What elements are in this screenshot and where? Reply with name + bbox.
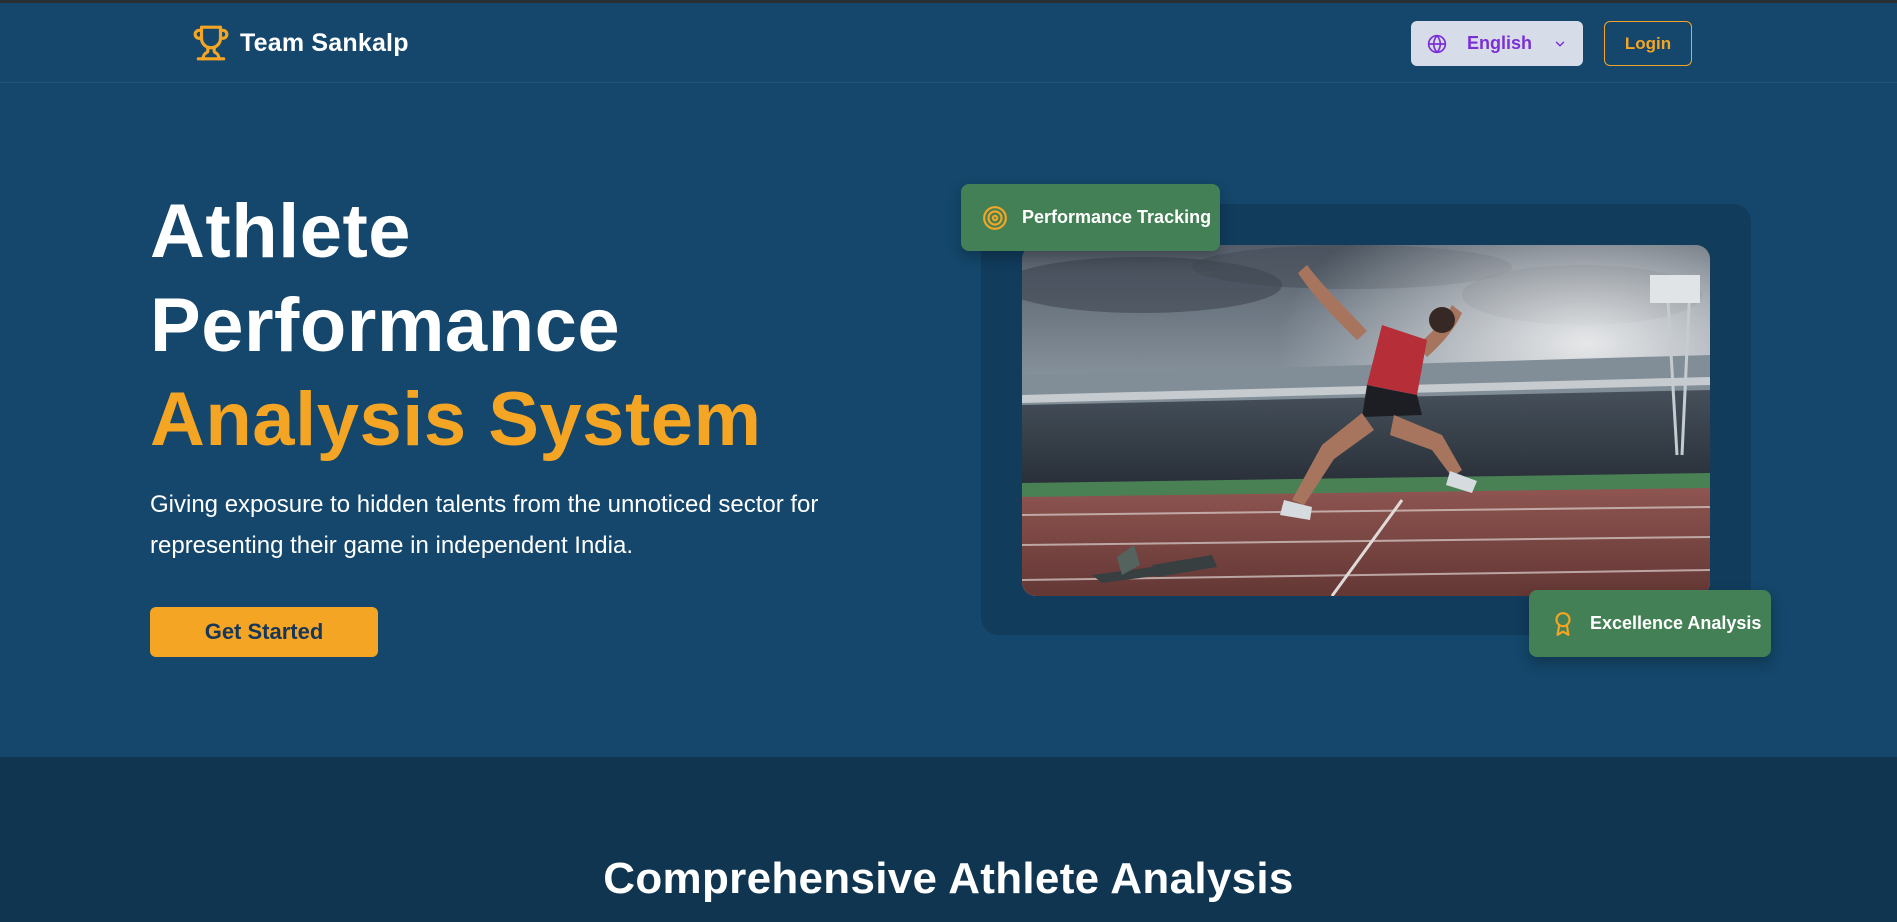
language-select[interactable]: English: [1411, 21, 1583, 66]
award-icon: [1555, 611, 1571, 636]
performance-tracking-badge: Performance Tracking: [961, 184, 1220, 251]
excellence-analysis-label: Excellence Analysis: [1590, 613, 1762, 633]
trophy-icon: [193, 25, 229, 61]
get-started-button[interactable]: Get Started: [150, 607, 378, 657]
target-icon: [983, 205, 1007, 230]
chevron-down-icon: [1555, 41, 1565, 47]
hero-title-line-1: Athlete: [150, 189, 412, 274]
performance-tracking-label: Performance Tracking: [1022, 207, 1212, 227]
globe-icon: [1427, 34, 1447, 54]
language-selected-value: English: [1467, 33, 1533, 53]
brand-logo[interactable]: Team Sankalp: [192, 23, 409, 63]
brand-name: Team Sankalp: [240, 28, 409, 57]
excellence-analysis-badge: Excellence Analysis: [1529, 590, 1771, 657]
login-button[interactable]: Login: [1604, 21, 1692, 66]
hero-subtitle: Giving exposure to hidden talents from t…: [150, 491, 819, 559]
features-heading: Comprehensive Athlete Analysis: [603, 854, 1294, 903]
hero-title: Athlete Performance Analysis System: [150, 185, 762, 467]
hero-title-line-3: Analysis System: [150, 377, 762, 462]
sprinter-hero-image: [1022, 245, 1710, 596]
hero-title-line-2: Performance: [150, 283, 621, 368]
features-section: Comprehensive Athlete Analysis: [0, 757, 1897, 922]
top-navbar: Team Sankalp English Login: [0, 3, 1897, 83]
